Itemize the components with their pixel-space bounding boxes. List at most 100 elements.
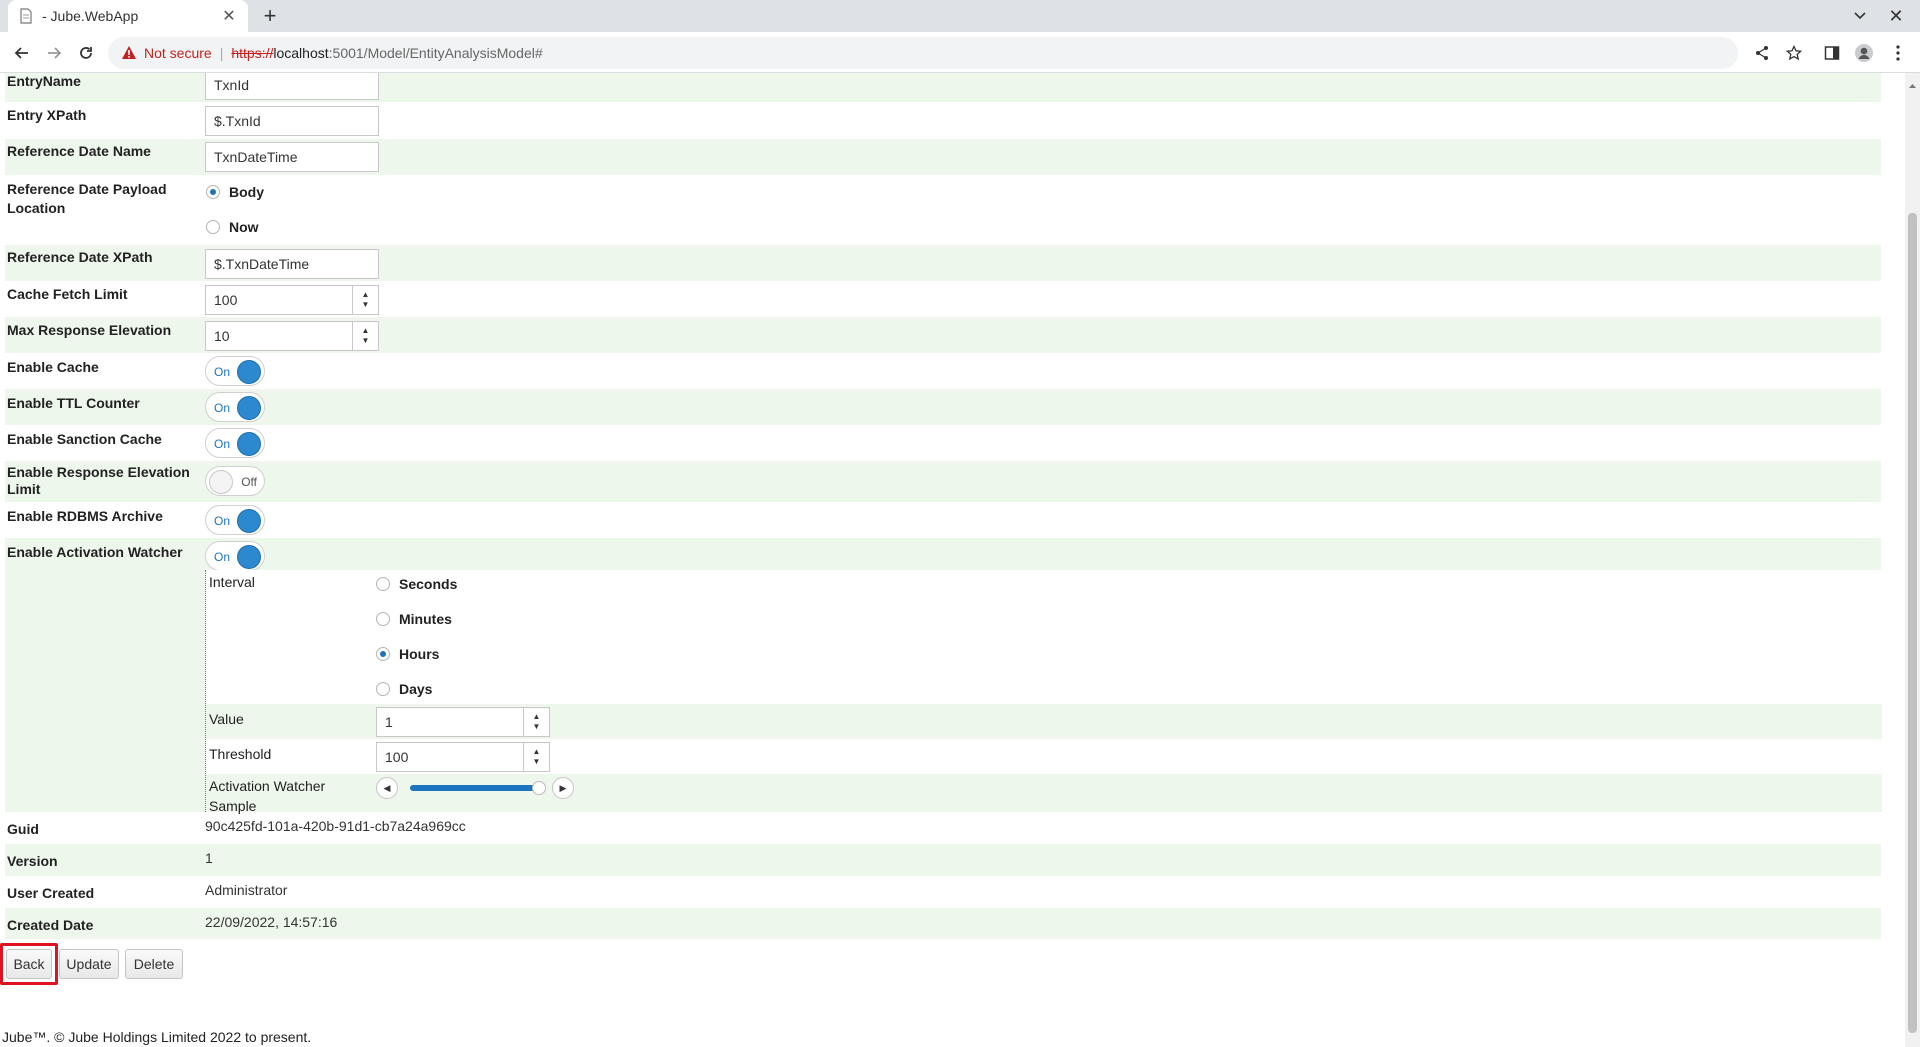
enable-rdbms-toggle[interactable]: On bbox=[205, 505, 265, 535]
row-created-date: Created Date 22/09/2022, 14:57:16 bbox=[5, 908, 1881, 939]
window-close-icon[interactable]: ✕ bbox=[1886, 6, 1906, 26]
entry-name-input[interactable] bbox=[205, 73, 379, 100]
bookmark-star-icon[interactable] bbox=[1782, 41, 1806, 65]
toggle-knob bbox=[237, 360, 261, 384]
radio-body[interactable] bbox=[206, 185, 220, 199]
row-entry-xpath: Entry XPath bbox=[5, 102, 1881, 139]
radio-option-hours[interactable]: Hours bbox=[376, 644, 457, 664]
cache-fetch-limit-value: 100 bbox=[214, 292, 238, 308]
user-created-value: Administrator bbox=[205, 882, 288, 898]
entry-name-label: EntryName bbox=[7, 73, 81, 89]
browser-tab[interactable]: - Jube.WebApp ✕ bbox=[8, 0, 248, 32]
slider-left-arrow-icon[interactable]: ◀ bbox=[376, 777, 398, 799]
toggle-knob bbox=[237, 509, 261, 533]
guid-value: 90c425fd-101a-420b-91d1-cb7a24a969cc bbox=[205, 818, 466, 834]
enable-activation-watcher-label: Enable Activation Watcher bbox=[7, 544, 183, 560]
spinner-icon[interactable]: ▲ ▼ bbox=[523, 708, 549, 736]
max-response-elevation-label: Max Response Elevation bbox=[7, 322, 172, 338]
update-button[interactable]: Update bbox=[59, 949, 119, 979]
created-date-label: Created Date bbox=[7, 917, 94, 933]
radio-option-days[interactable]: Days bbox=[376, 679, 457, 699]
entry-xpath-input[interactable] bbox=[205, 106, 379, 136]
enable-cache-toggle[interactable]: On bbox=[205, 356, 265, 386]
radio-hours[interactable] bbox=[376, 647, 390, 661]
profile-avatar-icon[interactable] bbox=[1852, 41, 1876, 65]
footer-text: Jube™. © Jube Holdings Limited 2022 to p… bbox=[2, 1029, 312, 1045]
scroll-up-arrow-icon[interactable] bbox=[1908, 77, 1917, 88]
enable-ttl-label: Enable TTL Counter bbox=[7, 395, 140, 411]
enable-ttl-toggle[interactable]: On bbox=[205, 392, 265, 422]
entry-xpath-label: Entry XPath bbox=[7, 107, 87, 123]
warning-icon bbox=[120, 44, 138, 62]
forward-arrow-icon[interactable] bbox=[42, 41, 66, 65]
radio-minutes[interactable] bbox=[376, 612, 390, 626]
spinner-icon[interactable]: ▲ ▼ bbox=[352, 322, 378, 350]
row-enable-ttl: Enable TTL Counter On bbox=[5, 389, 1881, 425]
toggle-knob bbox=[237, 396, 261, 420]
row-enable-sanction: Enable Sanction Cache On bbox=[5, 425, 1881, 461]
url-separator: | bbox=[219, 45, 224, 61]
back-button[interactable]: Back bbox=[6, 949, 52, 979]
watcher-value-input[interactable]: 1 ▲ ▼ bbox=[376, 707, 550, 737]
enable-resp-elev-limit-toggle[interactable]: Off bbox=[205, 466, 265, 496]
side-panel-icon[interactable] bbox=[1820, 41, 1844, 65]
row-enable-resp-elev-limit: Enable Response Elevation Limit Off bbox=[5, 461, 1881, 502]
row-enable-rdbms: Enable RDBMS Archive On bbox=[5, 502, 1881, 538]
enable-activation-watcher-toggle[interactable]: On bbox=[205, 541, 265, 571]
row-ref-date-payload: Reference Date Payload Location Body Now bbox=[5, 175, 1881, 245]
radio-option-minutes[interactable]: Minutes bbox=[376, 609, 457, 629]
enable-sanction-toggle[interactable]: On bbox=[205, 428, 265, 458]
row-enable-cache: Enable Cache On bbox=[5, 353, 1881, 389]
toggle-state-text: On bbox=[214, 514, 231, 528]
user-created-label: User Created bbox=[7, 885, 95, 901]
reload-icon[interactable] bbox=[74, 41, 98, 65]
share-icon[interactable] bbox=[1750, 41, 1774, 65]
toggle-state-text: Off bbox=[241, 475, 257, 489]
sample-label: Activation Watcher Sample bbox=[209, 778, 326, 814]
close-tab-icon[interactable]: ✕ bbox=[220, 7, 238, 25]
ref-date-xpath-input[interactable] bbox=[205, 249, 379, 279]
radio-days[interactable] bbox=[376, 682, 390, 696]
delete-button[interactable]: Delete bbox=[125, 949, 183, 979]
activation-watcher-panel: Interval Seconds Minutes Hours Days Valu… bbox=[205, 570, 1882, 814]
cache-fetch-limit-label: Cache Fetch Limit bbox=[7, 286, 128, 302]
sample-slider[interactable]: ◀ ▶ bbox=[376, 777, 576, 799]
radio-option-seconds[interactable]: Seconds bbox=[376, 574, 457, 594]
watcher-value: 1 bbox=[385, 714, 393, 730]
radio-days-label: Days bbox=[399, 681, 433, 697]
new-tab-icon[interactable]: + bbox=[258, 3, 282, 28]
cache-fetch-limit-input[interactable]: 100 ▲ ▼ bbox=[205, 285, 379, 315]
watcher-threshold-input[interactable]: 100 ▲ ▼ bbox=[376, 742, 550, 772]
page-scrollbar[interactable] bbox=[1905, 73, 1920, 1047]
radio-seconds[interactable] bbox=[376, 577, 390, 591]
spinner-icon[interactable]: ▲ ▼ bbox=[523, 743, 549, 771]
toggle-knob bbox=[237, 545, 261, 569]
radio-seconds-label: Seconds bbox=[399, 576, 458, 592]
subrow-sample: Activation Watcher Sample ◀ ▶ bbox=[206, 774, 1882, 814]
radio-now[interactable] bbox=[206, 220, 220, 234]
chevron-down-icon[interactable] bbox=[1850, 6, 1870, 26]
row-max-response-elevation: Max Response Elevation 10 ▲ ▼ bbox=[5, 317, 1881, 353]
radio-option-now[interactable]: Now bbox=[206, 217, 264, 237]
back-arrow-icon[interactable] bbox=[10, 41, 34, 65]
spinner-icon[interactable]: ▲ ▼ bbox=[352, 286, 378, 314]
row-ref-date-name: Reference Date Name bbox=[5, 139, 1881, 175]
address-bar[interactable]: Not secure | https:// localhost :5001/Mo… bbox=[108, 37, 1738, 69]
created-date-value: 22/09/2022, 14:57:16 bbox=[205, 914, 338, 930]
radio-option-body[interactable]: Body bbox=[206, 182, 264, 202]
row-guid: Guid 90c425fd-101a-420b-91d1-cb7a24a969c… bbox=[5, 812, 1881, 844]
max-response-elevation-input[interactable]: 10 ▲ ▼ bbox=[205, 321, 379, 351]
menu-kebab-icon[interactable] bbox=[1886, 41, 1910, 65]
ref-date-xpath-label: Reference Date XPath bbox=[7, 249, 153, 265]
slider-right-arrow-icon[interactable]: ▶ bbox=[552, 777, 574, 799]
slider-handle[interactable] bbox=[532, 781, 546, 795]
subrow-threshold: Threshold 100 ▲ ▼ bbox=[206, 739, 1882, 774]
toggle-state-text: On bbox=[214, 550, 231, 564]
slider-track[interactable] bbox=[410, 785, 542, 791]
value-label: Value bbox=[209, 711, 244, 727]
not-secure-label[interactable]: Not secure bbox=[144, 45, 212, 61]
toggle-state-text: On bbox=[214, 365, 231, 379]
ref-date-name-input[interactable] bbox=[205, 142, 379, 172]
scrollbar-thumb[interactable] bbox=[1908, 213, 1917, 1033]
guid-label: Guid bbox=[7, 821, 39, 837]
